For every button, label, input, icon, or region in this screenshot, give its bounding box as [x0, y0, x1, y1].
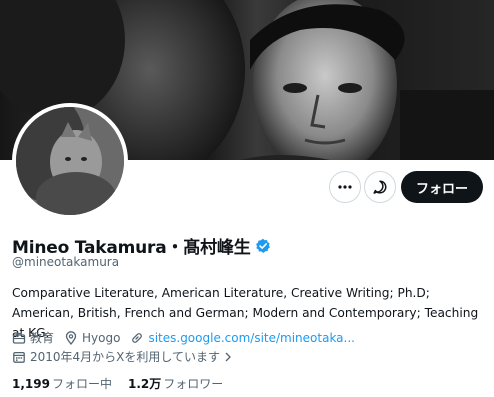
profile-stats: 1,199 フォロー中 1.2万 フォロワー [12, 375, 239, 392]
following-label: フォロー中 [51, 377, 112, 391]
website-item[interactable]: sites.google.com/site/mineotaka... [130, 331, 355, 345]
followers-label: フォロワー [163, 377, 224, 391]
profile-meta-row: 教育 Hyogo sites.google.com/site/mineotaka… [12, 329, 365, 346]
joined-row[interactable]: 2010年4月からXを利用しています [12, 348, 248, 365]
profile-handle: @mineotakamura [12, 255, 120, 269]
category-label: 教育 [30, 331, 55, 345]
verified-badge-icon[interactable] [255, 238, 271, 254]
briefcase-icon [12, 332, 26, 344]
more-horizontal-icon [338, 185, 352, 189]
following-count: 1,199 [12, 377, 50, 391]
more-button[interactable] [329, 171, 361, 203]
category-item: 教育 [12, 329, 54, 346]
following-stat[interactable]: 1,199 フォロー中 [12, 375, 112, 392]
calendar-icon [13, 351, 25, 363]
followers-count: 1.2万 [127, 377, 162, 391]
profile-avatar[interactable] [12, 103, 128, 219]
message-icon [373, 180, 387, 194]
joined-label: 2010年4月からXを利用しています [30, 350, 221, 364]
location-pin-icon [65, 330, 77, 345]
message-button[interactable] [364, 171, 396, 203]
follow-button-label: フォロー [415, 181, 468, 197]
chevron-right-icon [225, 352, 231, 361]
joined-item[interactable]: 2010年4月からXを利用しています [12, 348, 238, 365]
website-link[interactable]: sites.google.com/site/mineotaka... [148, 331, 355, 345]
location-label: Hyogo [82, 330, 121, 345]
avatar-image [16, 107, 124, 215]
location-item: Hyogo [64, 331, 120, 345]
follow-button[interactable]: フォロー [401, 171, 483, 203]
followers-stat[interactable]: 1.2万 フォロワー [128, 375, 223, 392]
link-icon [132, 332, 143, 343]
